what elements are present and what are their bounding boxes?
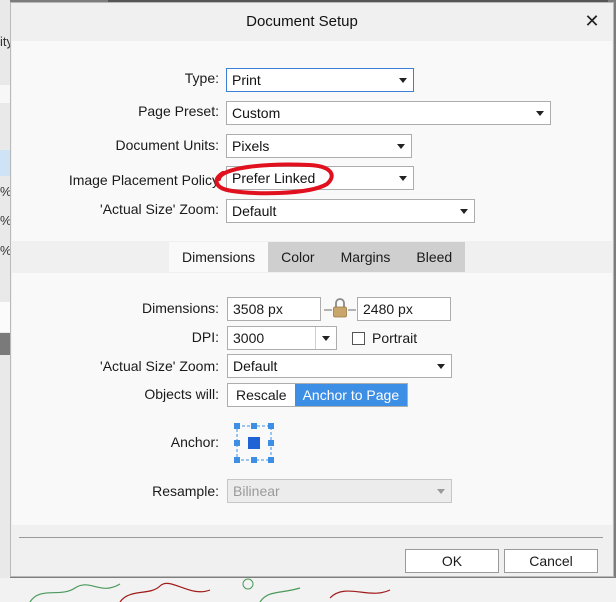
tab-dimensions[interactable]: Dimensions [169,242,269,272]
dpi-dropdown-button[interactable] [315,327,336,349]
portrait-label: Portrait [372,330,418,346]
width-value: 3508 px [233,301,283,317]
page-preset-label: Page Preset: [138,103,219,119]
rescale-option[interactable]: Rescale [228,384,295,406]
objects-will-segmented: Rescale Anchor to Page [227,383,409,407]
ok-button[interactable]: OK [405,549,499,573]
document-units-label: Document Units: [115,137,219,153]
actual-size-zoom-top-value: Default [232,203,277,219]
width-input[interactable]: 3508 px [227,297,321,321]
anchor-grid[interactable] [234,423,274,463]
dimensions-label: Dimensions: [141,300,219,316]
chevron-down-icon [536,111,544,116]
chevron-down-icon [460,209,468,214]
red-annotation-circle [214,162,334,196]
tab-color[interactable]: Color [268,242,328,272]
footer-divider [19,537,603,538]
tab-bleed[interactable]: Bleed [403,242,466,272]
actual-size-zoom-value: Default [233,358,278,374]
tab-margins[interactable]: Margins [327,242,404,272]
page-preset-select[interactable]: Custom [226,101,551,125]
close-icon[interactable]: ✕ [583,12,601,30]
type-select[interactable]: Print [226,68,414,92]
dpi-combo[interactable]: 3000 [227,326,337,350]
background-panel [0,0,10,602]
chevron-down-icon [437,364,445,369]
document-setup-dialog: Document Setup ✕ Type: Print Page Preset… [10,2,614,577]
anchor-label: Anchor: [170,434,219,450]
cancel-button[interactable]: Cancel [504,549,598,573]
dpi-label: DPI: [191,329,219,345]
anchor-to-page-option[interactable]: Anchor to Page [294,384,408,406]
objects-will-label: Objects will: [144,386,219,402]
actual-size-zoom-top-select[interactable]: Default [226,199,475,223]
type-label: Type: [184,70,219,86]
chevron-down-icon [399,78,407,83]
image-placement-label: Image Placement Policy [68,172,219,188]
title-bar: Document Setup ✕ [11,3,613,41]
chevron-down-icon [399,176,407,181]
chevron-down-icon [322,336,330,341]
actual-size-zoom-label: 'Actual Size' Zoom: [100,358,219,374]
dialog-title: Document Setup [246,13,358,30]
type-value: Print [232,72,261,88]
tab-bar: Dimensions Color Margins Bleed [169,242,466,272]
resample-select[interactable]: Bilinear [227,479,452,503]
height-value: 2480 px [363,301,413,317]
document-units-value: Pixels [232,138,270,154]
actual-size-zoom-top-label: 'Actual Size' Zoom: [100,201,219,217]
document-units-select[interactable]: Pixels [226,134,412,158]
resample-value: Bilinear [233,483,280,499]
resample-label: Resample: [152,483,219,499]
chevron-down-icon [397,144,405,149]
portrait-checkbox[interactable] [352,332,365,345]
actual-size-zoom-select[interactable]: Default [227,354,452,378]
page-preset-value: Custom [232,105,281,121]
lock-icon[interactable] [324,297,356,321]
chevron-down-icon [437,489,445,494]
height-input[interactable]: 2480 px [357,297,451,321]
dpi-value: 3000 [233,330,265,346]
background-canvas [0,578,616,602]
